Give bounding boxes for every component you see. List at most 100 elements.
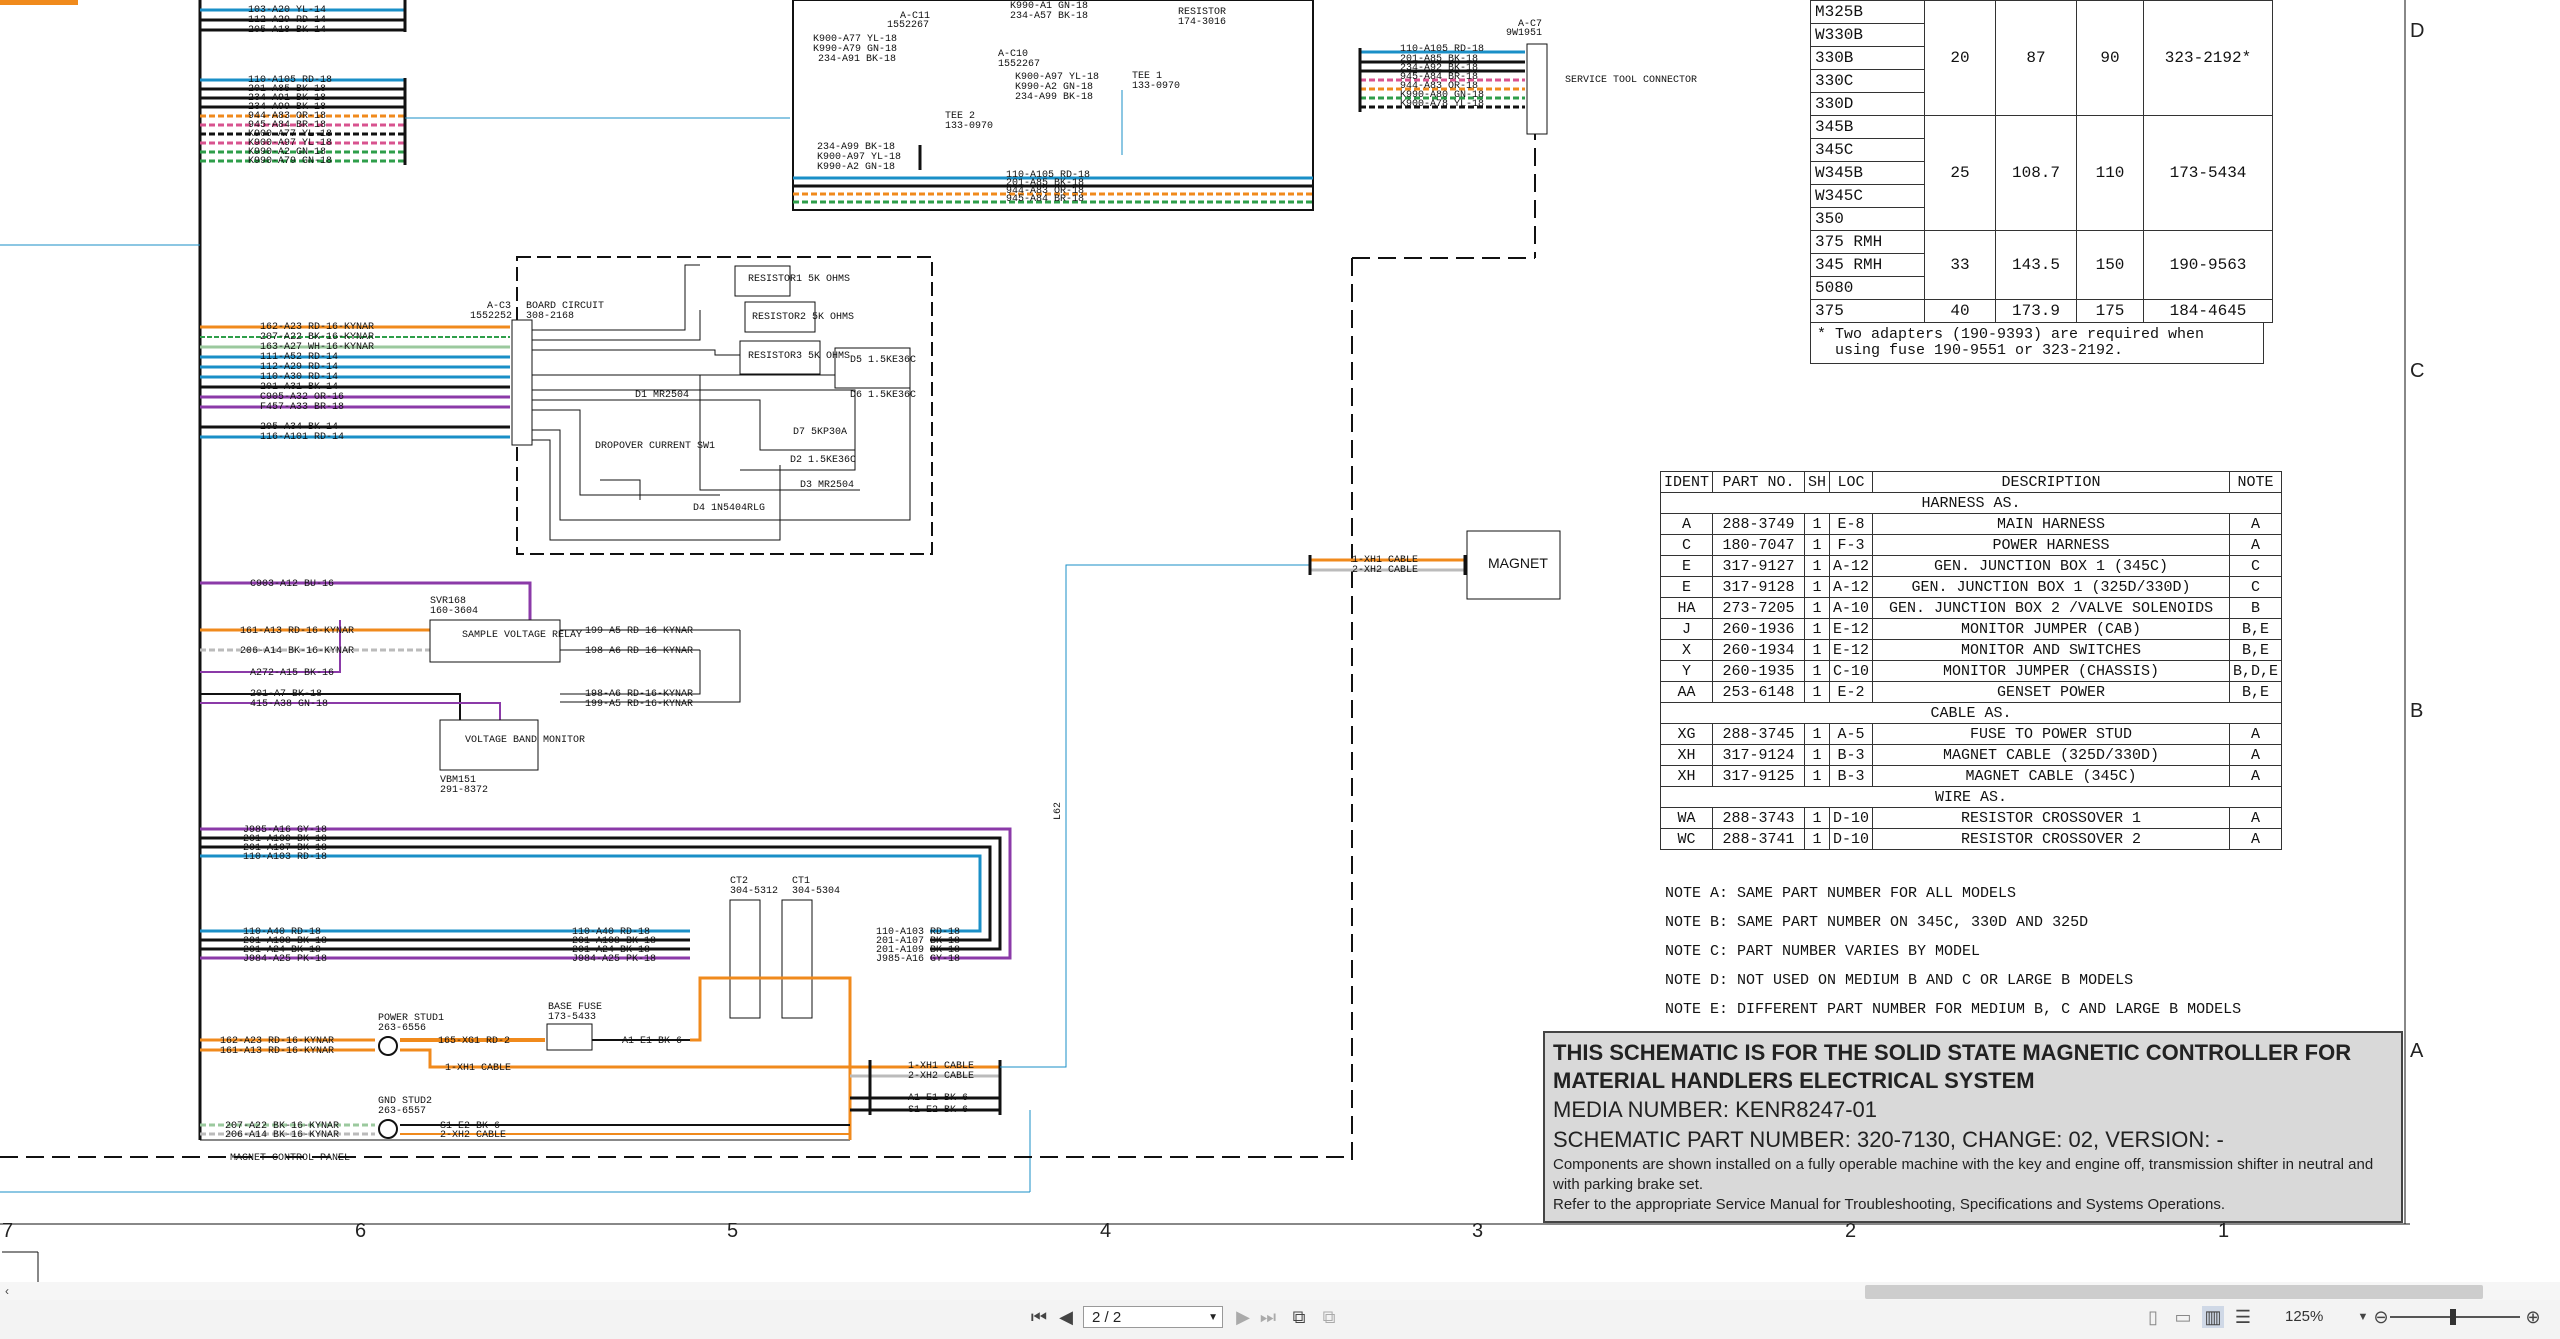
table-cell: C-10 [1829,660,1874,682]
model-cell: 345 RMH [1810,253,1925,277]
wire-label: 198-A6 RD-16-KYNAR [585,646,693,657]
tee-part: 133-0970 [945,121,993,132]
table-cell: MAIN HARNESS [1872,513,2231,535]
table-cell: GEN. JUNCTION BOX 2 /VALVE SOLENOIDS [1872,597,2231,619]
table-cell: J [1659,618,1714,640]
table-cell: MONITOR AND SWITCHES [1872,639,2231,661]
model-cell: 330B [1810,46,1925,70]
note-item: NOTE C: PART NUMBER VARIES BY MODEL [1665,943,1981,960]
diode-label: D1 MR2504 [635,390,689,401]
table-row: WA 288-3743 1 D-10 RESISTOR CROSSOVER 1A [1659,807,2283,829]
single-page-icon[interactable]: ▯ [2142,1306,2164,1328]
wire-label: 234-A57 BK-18 [1010,11,1088,22]
title-block: THIS SCHEMATIC IS FOR THE SOLID STATE MA… [1543,1031,2403,1223]
table-cell: A [2229,534,2283,556]
table-cell: 180-7047 [1712,534,1806,556]
wire-label: 2-XH2 CABLE [1352,565,1418,576]
next-page-icon[interactable]: ▶ [1232,1306,1254,1328]
adapter-row: M325B 20 87 90 323-2192* [1810,0,2273,116]
zoom-in-icon[interactable]: ⊕ [2522,1306,2544,1328]
diode-label: D2 1.5KE36C [790,455,856,466]
note-item: NOTE A: SAME PART NUMBER FOR ALL MODELS [1665,885,2017,902]
table-cell: A-5 [1829,723,1874,745]
adapter-value-cell: 175 [2076,299,2144,323]
parts-group-title: CABLE AS. [1659,702,2283,724]
title-description: Components are shown installed on a full… [1553,1156,2374,1193]
table-cell: E-12 [1829,639,1874,661]
wire-label: 206-A14 BK-16-KYNAR [225,1130,339,1141]
resistor-label: RESISTOR3 5K OHMS [748,351,850,362]
media-number: MEDIA NUMBER: KENR8247-01 [1553,1097,1877,1122]
continuous-page-icon[interactable]: ▭ [2172,1306,2194,1328]
table-cell: 1 [1804,723,1831,745]
wire-label: 199-A5 RD-16-KYNAR [585,626,693,637]
grid-column: 5 [727,1220,739,1242]
table-cell: E-2 [1829,681,1874,703]
paste-page-icon[interactable]: ⧉ [1318,1306,1340,1328]
first-page-icon[interactable]: ⏮ [1028,1306,1050,1328]
table-cell: B-3 [1829,765,1874,787]
zoom-slider-handle[interactable] [2450,1309,2456,1325]
parts-group-title: HARNESS AS. [1659,492,2283,514]
table-cell: XH [1659,765,1714,787]
fit-page-icon[interactable]: ☰ [2232,1306,2254,1328]
grid-row: B [2410,700,2424,722]
grid-row: C [2410,360,2425,382]
zoom-level[interactable]: 125% [2285,1306,2323,1328]
table-row: A 288-3749 1 E-8 MAIN HARNESS A [1659,513,2283,535]
adapter-value-cell: 25 [1924,115,1996,231]
adapter-value-cell: 323-2192* [2143,0,2273,116]
wire-label: C903-A12 BU-16 [250,579,334,590]
table-cell: Y [1659,660,1714,682]
table-row: E 317-9127 1 A-12 GEN. JUNCTION BOX 1 (345C)… [1659,555,2283,577]
parts-group-row: WIRE AS. [1659,786,2283,808]
page-number-select[interactable]: 2 / 2 ▼ [1083,1306,1223,1328]
copy-page-icon[interactable]: ⧉ [1288,1306,1310,1328]
table-cell: F-3 [1829,534,1874,556]
two-page-icon[interactable]: ▥ [2202,1306,2224,1328]
ct-part: 304-5304 [792,886,840,897]
adapter-note: * Two adapters (190-9393) are required w… [1810,322,2264,364]
table-cell: 273-7205 [1712,597,1806,619]
table-cell: FUSE TO POWER STUD [1872,723,2231,745]
wire-label: 945-A84 BR-18 [1006,194,1084,205]
table-row: AA 253-6148 1 E-2 GENSET POWER B,E [1659,681,2283,703]
wire-label: 205-A18 BK-14 [248,25,326,36]
header-cell: NOTE [2229,471,2283,493]
wire-label: J985-A16 GY-18 [876,954,960,965]
table-cell: D-10 [1829,828,1874,850]
table-cell: E-12 [1829,618,1874,640]
wire-label: 234-A99 BK-18 [1015,92,1093,103]
note-item: NOTE B: SAME PART NUMBER ON 345C, 330D A… [1665,914,2089,931]
table-cell: 317-9124 [1712,744,1806,766]
table-cell: RESISTOR CROSSOVER 2 [1872,828,2231,850]
zoom-out-icon[interactable]: ⊖ [2370,1306,2392,1328]
scrollbar-thumb[interactable] [1865,1285,2483,1299]
grid-column: 2 [1845,1220,1857,1242]
table-cell: 1 [1804,597,1831,619]
scroll-left-icon[interactable]: ‹ [0,1284,14,1298]
power-wire-group [200,530,1561,1140]
table-cell: D-10 [1829,807,1874,829]
table-cell: 288-3741 [1712,828,1806,850]
adapter-value-cell: 108.7 [1995,115,2077,231]
previous-page-icon[interactable]: ◀ [1055,1306,1077,1328]
table-cell: RESISTOR CROSSOVER 1 [1872,807,2231,829]
wire-label: 206-A14 BK-16-KYNAR [240,646,354,657]
table-cell: 253-6148 [1712,681,1806,703]
table-cell: 1 [1804,513,1831,535]
grid-column: 1 [2218,1220,2230,1242]
table-cell: MONITOR JUMPER (CAB) [1872,618,2231,640]
stud-part: 263-6557 [378,1106,426,1117]
fuse-part: 173-5433 [548,1012,596,1023]
wire-label: 234-A91 BK-18 [818,54,896,65]
connector-part: 1552267 [998,59,1040,70]
wire-label: A1-E1 BK-6 [908,1093,968,1104]
diode-label: D6 1.5KE36C [850,390,916,401]
service-tool-label: SERVICE TOOL CONNECTOR [1565,75,1697,86]
resistor-part: 174-3016 [1178,17,1226,28]
model-cell: 350 [1810,207,1925,231]
header-cell: DESCRIPTION [1872,471,2231,493]
last-page-icon[interactable]: ⏭ [1257,1306,1279,1328]
l62-label: L62 [1053,802,1064,820]
